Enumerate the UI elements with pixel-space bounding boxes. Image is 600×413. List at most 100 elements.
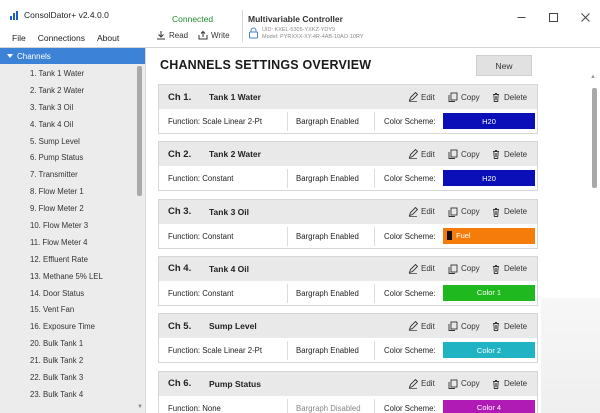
scroll-down-arrow-icon[interactable]: ▼	[137, 404, 143, 410]
channel-card: Ch 3. Tank 3 Oil Edit Copy Delete Function: C…	[158, 198, 538, 249]
delete-label: Delete	[504, 149, 528, 159]
card-divider	[374, 169, 375, 189]
sidebar-item[interactable]: 16. Exposure Time	[0, 319, 145, 336]
delete-button[interactable]: Delete	[491, 92, 527, 102]
read-button[interactable]: Read	[156, 30, 188, 40]
copy-button[interactable]: Copy	[448, 379, 480, 389]
card-divider	[287, 112, 288, 131]
menu-file[interactable]: File	[12, 33, 26, 43]
sidebar-item[interactable]: 7. Transmitter	[0, 167, 145, 184]
channel-card-header: Ch 4. Tank 4 Oil Edit Copy Delete	[159, 256, 537, 281]
edit-button[interactable]: Edit	[408, 378, 435, 389]
delete-button[interactable]: Delete	[491, 149, 528, 160]
delete-label: Delete	[504, 207, 528, 217]
write-label: Write	[211, 30, 230, 40]
copy-button[interactable]: Copy	[448, 321, 480, 332]
menu-connections[interactable]: Connections	[38, 33, 85, 43]
copy-button[interactable]: Copy	[448, 207, 480, 217]
edit-button[interactable]: Edit	[408, 92, 435, 102]
sidebar-item[interactable]: 2. Tank 2 Water	[0, 83, 145, 100]
sidebar-item[interactable]: 5. Sump Level	[0, 134, 145, 151]
write-button[interactable]: Write	[198, 30, 230, 40]
sidebar-item[interactable]: 22. Bulk Tank 3	[0, 370, 145, 387]
channel-card-body: Function: Constant Bargraph Enabled Color …	[159, 281, 537, 306]
card-divider	[287, 398, 288, 413]
sidebar-item[interactable]: 4. Tank 4 Oil	[0, 117, 145, 134]
color-scheme-swatch: Color 1	[443, 284, 535, 301]
sidebar-item[interactable]: 15. Vent Fan	[0, 302, 145, 319]
channel-name: Tank 2 Water	[209, 149, 261, 160]
app-title-text: ConsolDator+ v2.4.0.0	[24, 10, 109, 20]
channel-card-body: Function: None Bargraph Disabled Color Sch…	[159, 396, 537, 413]
copy-button[interactable]: Copy	[448, 264, 480, 274]
copy-button[interactable]: Copy	[448, 149, 480, 160]
sidebar-item[interactable]: 1. Tank 1 Water	[0, 66, 145, 83]
channel-bargraph-status: Bargraph Disabled	[296, 403, 361, 413]
trash-icon	[493, 93, 499, 102]
maximize-icon[interactable]	[545, 10, 561, 24]
delete-button[interactable]: Delete	[491, 379, 527, 389]
controller-meta: UID: KXEL-5305-YXKZ-YDY9 Model: PYRXXX-X…	[262, 27, 364, 41]
channel-number: Ch 3.	[168, 206, 192, 218]
edit-button[interactable]: Edit	[408, 149, 435, 160]
controller-title: Multivariable Controller	[248, 14, 343, 24]
sidebar-item[interactable]: 11. Flow Meter 4	[0, 235, 145, 252]
download-icon	[157, 31, 165, 40]
card-divider	[374, 112, 375, 131]
sidebar-item[interactable]: 8. Flow Meter 1	[0, 184, 145, 201]
copy-label: Copy	[461, 379, 480, 388]
delete-button[interactable]: Delete	[491, 207, 527, 217]
copy-button[interactable]: Copy	[448, 92, 480, 102]
sidebar-item[interactable]: 12. Effluent Rate	[0, 252, 145, 269]
channel-card-header: Ch 5. Sump Level Edit Copy Delete	[159, 314, 537, 339]
copy-label: Copy	[461, 264, 480, 274]
sidebar-item[interactable]: 20. Bulk Tank 1	[0, 336, 145, 353]
copy-icon	[448, 207, 458, 217]
sidebar-item[interactable]: 21. Bulk Tank 2	[0, 353, 145, 370]
copy-icon	[448, 92, 458, 102]
pencil-icon	[408, 149, 418, 160]
new-channel-button[interactable]: New	[476, 55, 532, 76]
minimize-icon[interactable]	[513, 10, 529, 24]
sidebar-item[interactable]: 14. Door Status	[0, 286, 145, 303]
delete-button[interactable]: Delete	[491, 264, 527, 274]
trash-icon	[493, 264, 499, 274]
edit-label: Edit	[421, 149, 435, 159]
edit-button[interactable]: Edit	[408, 263, 435, 274]
color-scheme-name: Color 2	[476, 345, 502, 355]
sidebar-item[interactable]: 10. Flow Meter 3	[0, 218, 145, 235]
close-icon[interactable]	[577, 10, 593, 24]
sidebar-item[interactable]: 13. Methane 5% LEL	[0, 269, 145, 286]
connection-status: Connected	[172, 14, 214, 24]
card-divider	[287, 341, 288, 361]
copy-label: Copy	[461, 92, 480, 102]
trash-icon	[493, 150, 499, 160]
color-scheme-label: Color Scheme:	[384, 117, 436, 126]
channel-function: Function: Scale Linear 2-Pt	[168, 346, 263, 356]
color-scheme-name: H20	[482, 173, 496, 183]
scroll-up-arrow-icon[interactable]: ▲	[590, 74, 596, 80]
edit-button[interactable]: Edit	[408, 321, 435, 332]
color-scheme-name: Fuel	[456, 231, 471, 241]
sidebar-item[interactable]: 23. Bulk Tank 4	[0, 387, 145, 404]
card-divider	[374, 398, 375, 413]
background-decoration	[541, 298, 600, 413]
app-logo-icon	[10, 10, 20, 20]
card-divider	[374, 226, 375, 246]
color-scheme-name: H20	[482, 116, 496, 126]
sidebar-scrollbar[interactable]	[137, 66, 142, 196]
sidebar-header-channels[interactable]: Channels	[0, 48, 145, 64]
trash-icon	[493, 207, 499, 217]
lock-icon	[249, 27, 258, 39]
edit-button[interactable]: Edit	[408, 206, 435, 217]
sidebar-item[interactable]: 6. Pump Status	[0, 150, 145, 167]
channel-card-body: Function: Constant Bargraph Enabled Color …	[159, 224, 537, 249]
main-scrollbar[interactable]	[592, 88, 597, 188]
channel-card: Ch 2. Tank 2 Water Edit Copy Delete Function:…	[158, 141, 538, 192]
sidebar-item[interactable]: 3. Tank 3 Oil	[0, 100, 145, 117]
sidebar-item[interactable]: 9. Flow Meter 2	[0, 201, 145, 218]
page-title: CHANNELS SETTINGS OVERVIEW	[160, 58, 372, 72]
edit-label: Edit	[421, 264, 435, 274]
menu-about[interactable]: About	[97, 33, 119, 43]
delete-button[interactable]: Delete	[491, 321, 527, 332]
